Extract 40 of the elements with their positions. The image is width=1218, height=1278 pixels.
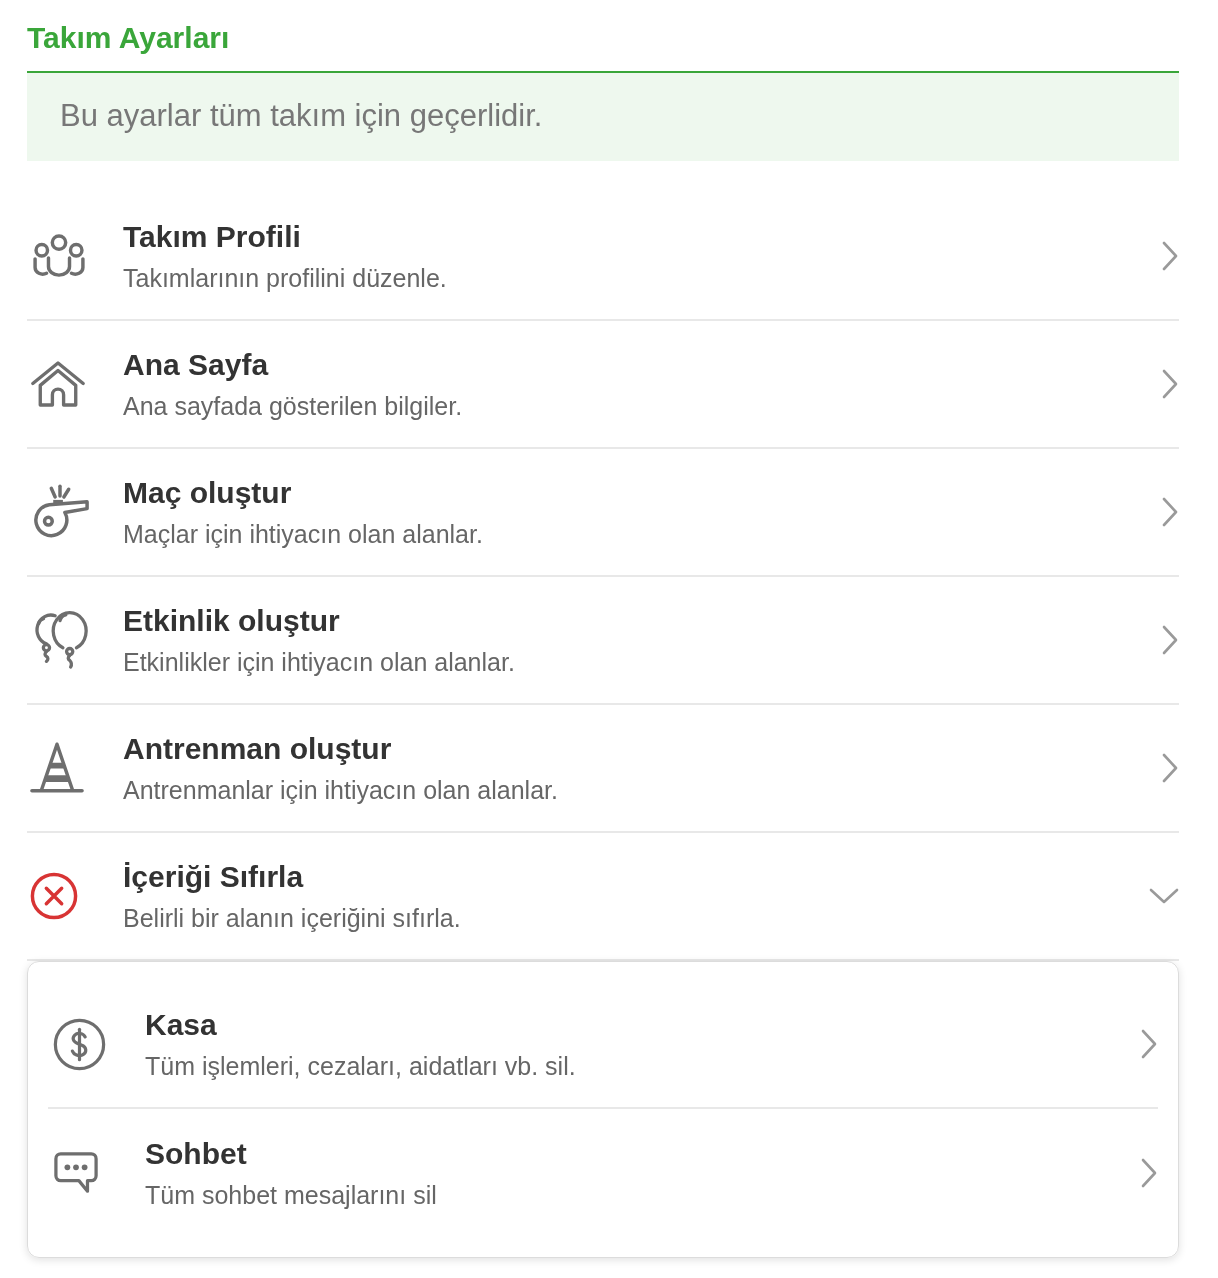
traffic-cone-icon — [30, 741, 84, 795]
item-description: Tüm sohbet mesajlarını sil — [145, 1180, 437, 1210]
chevron-right-icon[interactable] — [1141, 1029, 1158, 1059]
settings-item[interactable]: Kasa Tüm işlemleri, cezaları, aidatları vb. sil. — [48, 981, 1158, 1109]
item-description: Maçlar için ihtiyacın olan alanlar. — [123, 519, 483, 549]
chat-bubble-icon — [53, 1151, 99, 1195]
item-title: Ana Sayfa — [123, 347, 269, 383]
item-description: Tüm işlemleri, cezaları, aidatları vb. sil. — [145, 1051, 576, 1081]
item-title: Takım Profili — [123, 219, 301, 255]
item-title: İçeriği Sıfırla — [123, 859, 304, 895]
item-title: Etkinlik oluştur — [123, 603, 340, 639]
item-description: Belirli bir alanın içeriğini sıfırla. — [123, 903, 461, 933]
chevron-right-icon[interactable] — [1162, 241, 1179, 271]
chevron-right-icon[interactable] — [1162, 369, 1179, 399]
chevron-down-icon[interactable] — [1149, 887, 1179, 905]
item-title: Antrenman oluştur — [123, 731, 392, 767]
people-icon — [30, 234, 88, 278]
house-icon — [30, 360, 86, 408]
chevron-right-icon[interactable] — [1162, 625, 1179, 655]
item-title: Sohbet — [145, 1136, 247, 1172]
item-title: Maç oluştur — [123, 475, 292, 511]
item-description: Antrenmanlar için ihtiyacın olan alanlar. — [123, 775, 558, 805]
item-description: Ana sayfada gösterilen bilgiler. — [123, 391, 463, 421]
settings-item[interactable]: Takım Profili Takımlarının profilini düzenle. — [27, 193, 1179, 321]
settings-item[interactable]: Maç oluştur Maçlar için ihtiyacın olan alanlar. — [27, 449, 1179, 577]
chevron-right-icon[interactable] — [1162, 753, 1179, 783]
item-description: Etkinlikler için ihtiyacın olan alanlar. — [123, 647, 515, 677]
chevron-right-icon[interactable] — [1162, 497, 1179, 527]
item-description: Takımlarının profilini düzenle. — [123, 263, 447, 293]
page-title: Takım Ayarları — [27, 20, 230, 56]
item-title: Kasa — [145, 1007, 217, 1043]
settings-item[interactable]: İçeriği Sıfırla Belirli bir alanın içeriğini sıfırla. — [27, 833, 1179, 961]
settings-item[interactable]: Etkinlik oluştur Etkinlikler için ihtiyacın olan alanlar. — [27, 577, 1179, 705]
settings-item[interactable]: Antrenman oluştur Antrenmanlar için ihtiyacın olan alanlar. — [27, 705, 1179, 833]
x-circle-icon — [30, 872, 78, 920]
settings-item[interactable]: Sohbet Tüm sohbet mesajlarını sil — [48, 1109, 1158, 1237]
dollar-circle-icon — [53, 1017, 106, 1071]
settings-item[interactable]: Ana Sayfa Ana sayfada gösterilen bilgiler. — [27, 321, 1179, 449]
chevron-right-icon[interactable] — [1141, 1158, 1158, 1188]
info-banner: Bu ayarlar tüm takım için geçerlidir. — [27, 71, 1179, 161]
